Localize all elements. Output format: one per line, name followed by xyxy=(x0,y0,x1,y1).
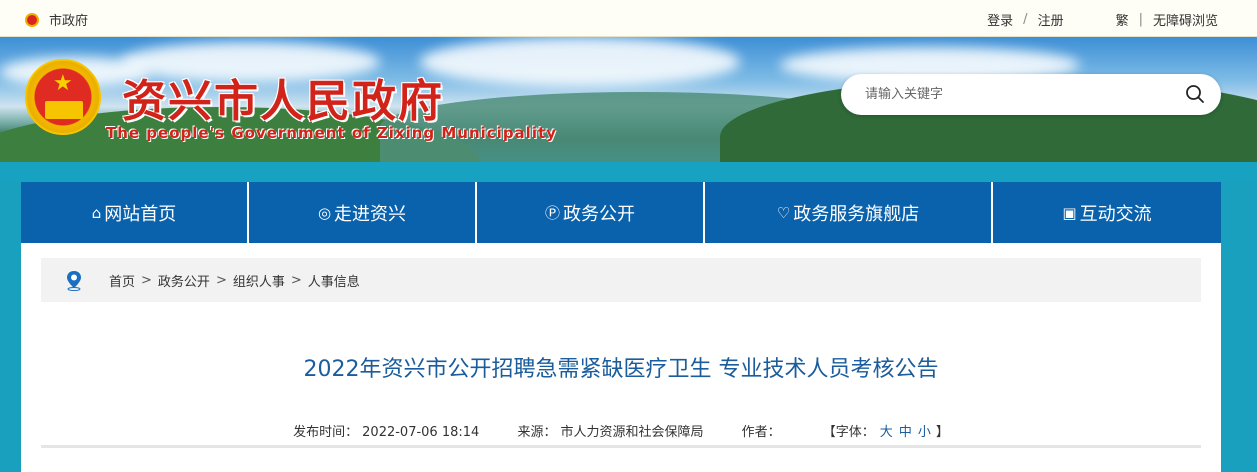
nav-item-government-affairs[interactable]: Ⓟ 政务公开 xyxy=(477,182,705,243)
nav-item-home[interactable]: ⌂ 网站首页 xyxy=(21,182,249,243)
top-bar: 市政府 登录 / 注册 繁 | 无障碍浏览 xyxy=(0,0,1257,37)
login-link[interactable]: 登录 xyxy=(987,10,1013,29)
nav-item-label: 网站首页 xyxy=(104,203,177,225)
font-size-label-open: 【字体： xyxy=(822,425,875,440)
font-small-button[interactable]: 小 xyxy=(918,425,931,440)
search-box xyxy=(841,74,1221,115)
government-emblem-logo[interactable]: ★ xyxy=(25,59,101,135)
breadcrumb-separator: > xyxy=(141,272,152,288)
header-banner: ★ 资兴市人民政府 The people's Government of Zix… xyxy=(0,37,1257,182)
source-value: 市人力资源和社会保障局 xyxy=(560,425,704,440)
site-title[interactable]: 资兴市人民政府 xyxy=(122,65,444,129)
article-title: 2022年资兴市公开招聘急需紧缺医疗卫生 专业技术人员考核公告 xyxy=(303,357,939,382)
breadcrumb-separator: > xyxy=(290,272,302,288)
source-label: 来源： xyxy=(517,425,557,440)
article-meta: 发布时间： 2022-07-06 18:14 来源： 市人力资源和社会保障局 作者：… xyxy=(21,421,1221,440)
meta-divider xyxy=(41,445,1201,448)
traditional-chinese-link[interactable]: 繁 xyxy=(1116,10,1129,29)
breadcrumb-personnel[interactable]: 组织人事 xyxy=(233,271,285,290)
nav-item-about[interactable]: ◎ 走进资兴 xyxy=(249,182,477,243)
publish-time: 2022-07-06 18:14 xyxy=(362,425,480,440)
chat-icon: ▣ xyxy=(1062,203,1077,222)
breadcrumb-separator: > xyxy=(215,272,227,288)
accessibility-link[interactable]: 无障碍浏览 xyxy=(1153,10,1218,29)
star-icon: ★ xyxy=(53,71,73,96)
breadcrumb-government-affairs[interactable]: 政务公开 xyxy=(158,271,210,290)
top-bar-left: 市政府 xyxy=(25,10,88,29)
home-icon: ⌂ xyxy=(91,203,102,222)
register-link[interactable]: 注册 xyxy=(1038,10,1064,29)
main-nav: ⌂ 网站首页 ◎ 走进资兴 Ⓟ 政务公开 ♡ 政务服务旗舰店 ▣ 互动交流 xyxy=(21,182,1221,243)
search-icon[interactable] xyxy=(1185,84,1205,104)
emblem-icon xyxy=(25,12,39,27)
font-large-button[interactable]: 大 xyxy=(880,425,893,440)
publish-time-label: 发布时间： xyxy=(293,425,359,440)
nav-item-services[interactable]: ♡ 政务服务旗舰店 xyxy=(705,182,993,243)
nav-item-label: 互动交流 xyxy=(1079,203,1152,225)
nav-item-label: 政务服务旗舰店 xyxy=(793,203,920,225)
site-subtitle: The people's Government of Zixing Munici… xyxy=(106,124,557,142)
login-separator: / xyxy=(1023,12,1028,27)
top-bar-right: 登录 / 注册 繁 | 无障碍浏览 xyxy=(983,10,1222,29)
nav-item-label: 政务公开 xyxy=(563,203,635,225)
accessibility-separator: | xyxy=(1138,12,1143,27)
breadcrumb-home[interactable]: 首页 xyxy=(109,271,135,290)
nav-item-interaction[interactable]: ▣ 互动交流 xyxy=(993,182,1221,243)
font-medium-button[interactable]: 中 xyxy=(899,425,912,440)
main-content: 首页 > 政务公开 > 组织人事 > 人事信息 2022年资兴市公开招聘急需紧缺… xyxy=(21,243,1221,472)
search-input[interactable] xyxy=(865,84,1165,104)
p-circle-icon: Ⓟ xyxy=(544,204,560,222)
heart-circle-icon: ♡ xyxy=(776,203,791,222)
author-label: 作者： xyxy=(741,425,781,440)
font-size-label-close: 】 xyxy=(935,425,949,440)
nav-item-label: 走进资兴 xyxy=(334,203,407,225)
location-pin-icon xyxy=(67,271,81,291)
city-government-link[interactable]: 市政府 xyxy=(49,10,88,29)
target-icon: ◎ xyxy=(317,203,332,222)
breadcrumb-personnel-info[interactable]: 人事信息 xyxy=(308,271,360,290)
breadcrumb: 首页 > 政务公开 > 组织人事 > 人事信息 xyxy=(41,258,1201,302)
tiananmen-icon xyxy=(45,101,83,119)
